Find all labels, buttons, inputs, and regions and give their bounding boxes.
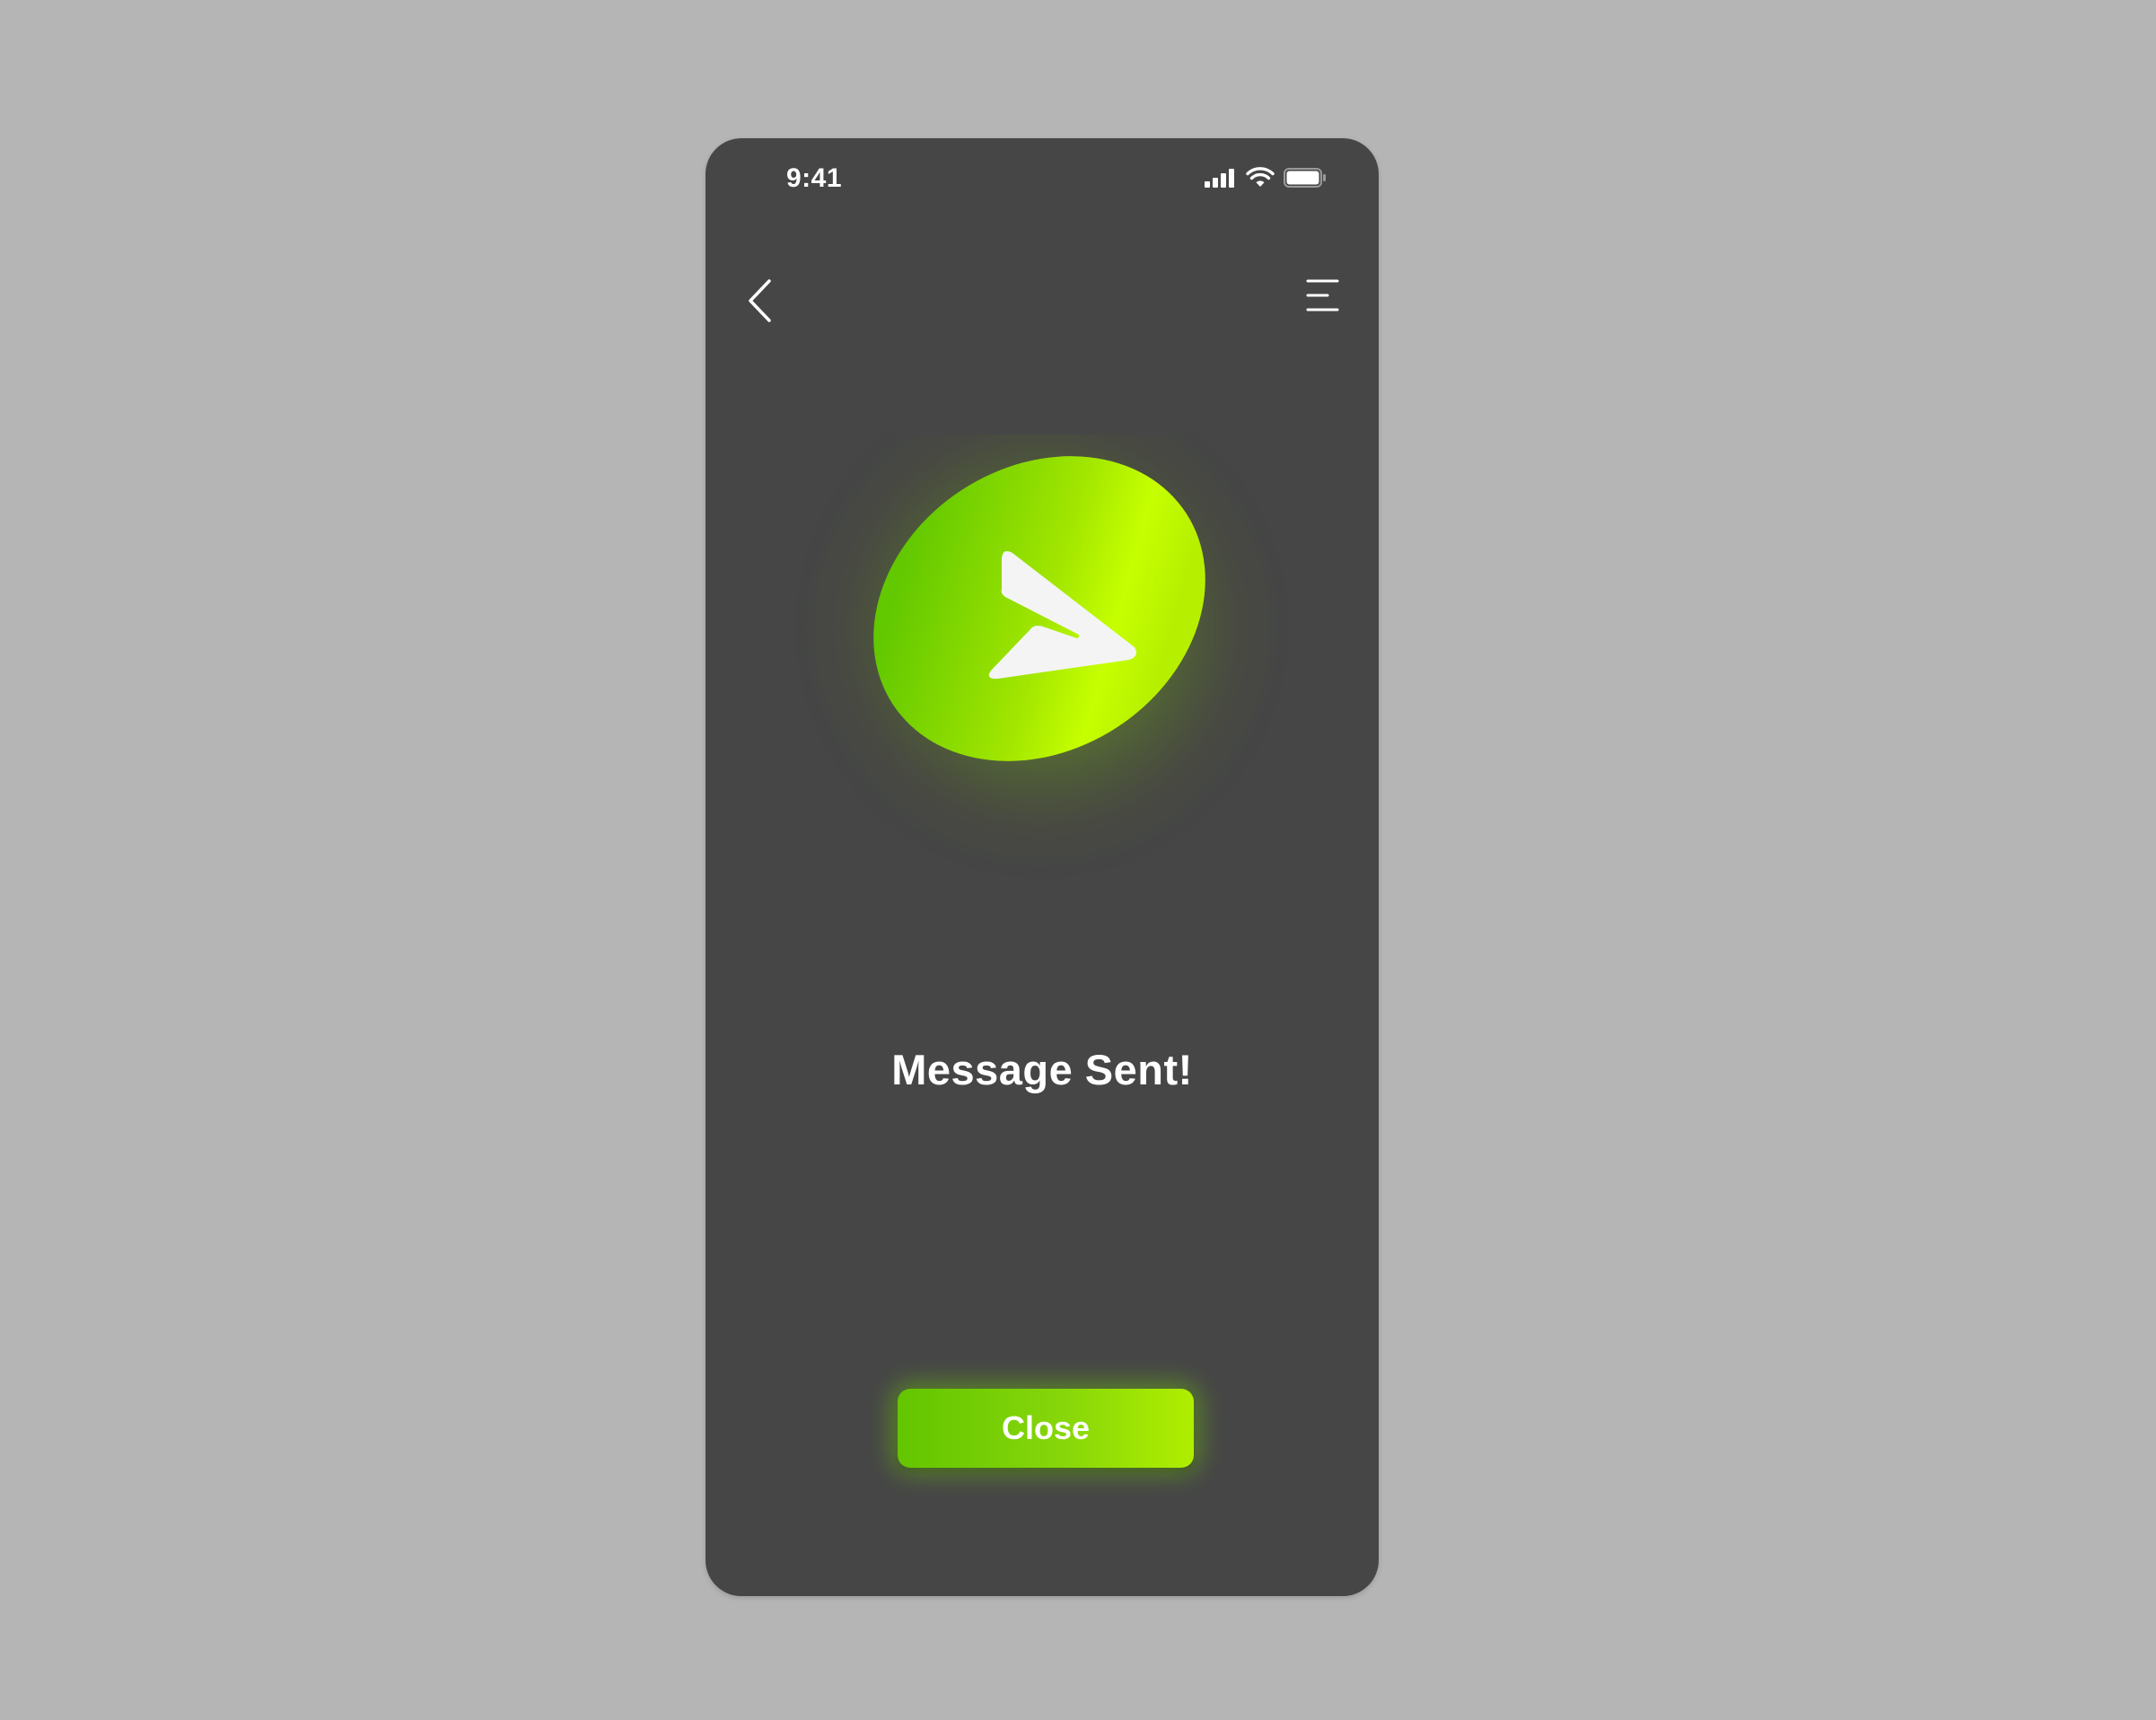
confirmation-title: Message Sent! xyxy=(891,1046,1193,1093)
status-icons xyxy=(1205,167,1327,193)
status-time: 9:41 xyxy=(786,163,843,193)
chevron-left-icon xyxy=(749,279,771,322)
success-illustration xyxy=(706,434,1379,937)
wifi-icon xyxy=(1246,167,1275,193)
status-bar: 9:41 xyxy=(706,138,1379,219)
menu-icon xyxy=(1306,279,1339,312)
phone-screen: 9:41 Message Sent! Close xyxy=(706,138,1379,1596)
back-button[interactable] xyxy=(740,264,793,327)
close-button[interactable]: Close xyxy=(898,1389,1194,1468)
menu-button[interactable] xyxy=(1293,271,1346,321)
cellular-signal-icon xyxy=(1205,168,1237,192)
battery-icon xyxy=(1284,167,1327,193)
